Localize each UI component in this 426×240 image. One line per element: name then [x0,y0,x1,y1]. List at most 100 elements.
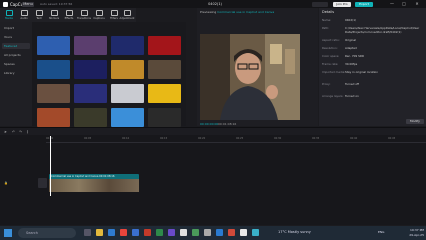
sidebar-item-spaces[interactable]: Spaces [2,61,30,67]
language-indicator[interactable]: ENG [378,230,384,234]
tab-media[interactable]: Media [1,9,17,21]
detail-value: C:/Users/Alex Hervaniels/AppData/Local/C… [345,26,420,34]
media-thumbnail[interactable] [74,84,107,103]
video-clip[interactable]: Commercial use in CapCut and Canva 00:01… [49,174,139,192]
word-icon[interactable] [132,229,139,236]
media-thumbnail[interactable] [37,60,70,79]
playhead[interactable] [50,136,51,196]
cover-button[interactable] [38,178,47,188]
track-lock-icon[interactable]: 🔒 [4,181,8,185]
filters-icon [110,10,118,16]
minimize-button[interactable]: — [388,1,396,7]
total-time: 00:01:08:16 [218,122,237,126]
media-thumbnail[interactable] [148,60,181,79]
detail-value: Turned on [345,94,359,98]
app-icon[interactable] [192,229,199,236]
sidebar-item-yours[interactable]: Yours [2,34,30,40]
maximize-button[interactable]: □ [400,1,408,7]
sidebar-item-featured[interactable]: Featured [2,43,30,49]
media-thumbnail[interactable] [74,60,107,79]
split-icon[interactable]: ⫿ [27,130,28,134]
detail-row: Frame rate: 30.00fps [322,62,422,70]
media-thumbnail[interactable] [111,108,144,127]
redo-icon[interactable]: ↷ [19,130,22,134]
close-button[interactable]: ✕ [413,1,421,7]
detail-key: Path: [322,26,330,30]
detail-key: Imported media: [322,70,346,74]
app-icon-4[interactable] [228,229,235,236]
detail-row: Aspect ratio: Original [322,38,422,46]
detail-key: Resolution: [322,46,338,50]
modify-button[interactable]: Modify [406,119,424,124]
shortcuts-button[interactable] [312,1,328,7]
media-thumbnail[interactable] [74,36,107,55]
media-thumbnail[interactable] [37,108,70,127]
detail-row: Color space: Rec. 709 SDR [322,54,422,62]
ruler-tick: 00:45 [388,137,396,140]
media-thumbnail[interactable] [37,36,70,55]
video-preview[interactable] [200,34,300,120]
teams-icon[interactable] [168,229,175,236]
detail-value: 30.00fps [345,62,358,66]
tab-audio[interactable]: Audio [16,9,32,21]
ruler-tick: 00:10 [122,137,130,140]
media-thumbnail[interactable] [148,84,181,103]
system-clock[interactable]: 19:37 PM 29-Apr-25 [396,228,424,237]
autosave-status: Auto saved: 19:37:56 [40,2,73,6]
app-icon-2[interactable] [204,229,211,236]
detail-row: Imported media: Stay in original location [322,70,422,78]
detail-row: Proxy: Turned off [322,82,422,90]
app-icon-6[interactable] [252,229,259,236]
ruler-tick: 00:25 [236,137,244,140]
timeline-ruler[interactable]: 00:0000:0500:1000:1500:2000:2500:3000:35… [46,137,426,143]
cursor-icon[interactable]: ➤ [4,130,7,134]
detail-value: Rec. 709 SDR [345,54,364,58]
task-view-icon[interactable] [84,229,91,236]
player-header: Previewing Commercial use in CapCut and … [197,8,318,16]
media-toolbar: Media Audio Text Stickers Effects Transi… [0,8,136,23]
details-panel: Details Name: 0402(1) Path: C:/Users/Alex H… [319,8,426,126]
tab-effects[interactable]: Effects [61,9,77,21]
project-title: 0402(1) [208,2,222,6]
media-thumbnail[interactable] [148,108,181,127]
powerpoint-icon[interactable] [144,229,151,236]
taskbar-search[interactable]: Search [18,228,76,238]
tab-transitions[interactable]: Transitions [76,9,92,21]
media-thumbnail[interactable] [37,84,70,103]
media-thumbnail[interactable] [111,60,144,79]
detail-key: Color space: [322,54,340,58]
windows-start-icon[interactable] [4,229,12,237]
media-thumbnail[interactable] [111,84,144,103]
chrome-icon[interactable] [120,229,127,236]
edge-icon[interactable] [108,229,115,236]
media-thumbnail[interactable] [74,108,107,127]
ruler-tick: 00:30 [274,137,282,140]
excel-icon[interactable] [156,229,163,236]
media-thumbnail[interactable] [111,36,144,55]
app-icon-3[interactable] [216,229,223,236]
tab-captions[interactable]: Captions [91,9,107,21]
detail-value: 0402(1) [345,18,357,22]
export-button[interactable]: Export [355,1,373,7]
file-explorer-icon[interactable] [96,229,103,236]
effects-icon [65,10,73,16]
app-icon-5[interactable] [240,229,247,236]
menu-button[interactable]: Menu [22,1,34,7]
title-bar: CapCut Menu Auto saved: 19:37:56 0402(1)… [0,0,426,8]
sticker-icon [50,10,58,16]
capcut-taskbar-icon[interactable] [180,229,187,236]
tab-stickers[interactable]: Stickers [46,9,62,21]
detail-row: Name: 0402(1) [322,18,422,26]
weather-widget[interactable]: 17°C Mostly sunny [278,230,311,234]
tab-text[interactable]: Text [31,9,47,21]
media-grid [32,22,186,127]
sidebar-item-import[interactable]: Import [2,25,30,31]
media-thumbnail[interactable] [148,36,181,55]
undo-icon[interactable]: ↶ [12,130,15,134]
detail-key: Proxy: [322,82,331,86]
media-sidebar: Import Yours Featured All projects Space… [0,22,32,126]
join-pro-button[interactable]: Join Pro [333,1,351,7]
sidebar-item-library[interactable]: Library [2,70,30,76]
sidebar-item-all-projects[interactable]: All projects [2,52,30,58]
tab-adjustment[interactable]: Adjustment [119,9,135,21]
